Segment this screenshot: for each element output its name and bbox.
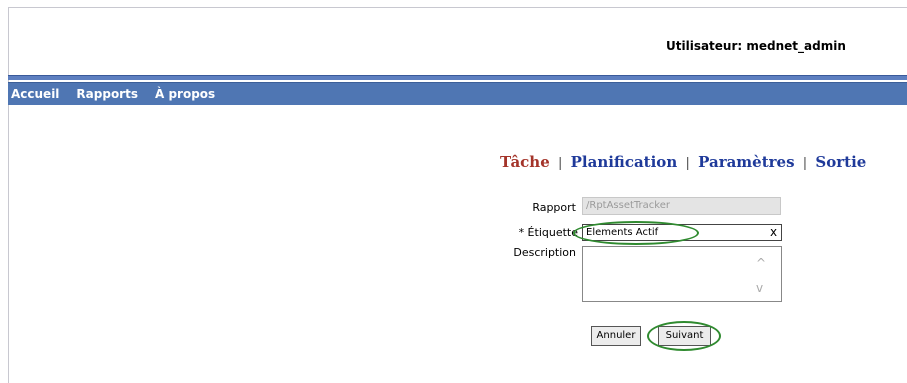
description-label: Description <box>513 246 576 259</box>
nav-item-accueil[interactable]: Accueil <box>11 87 59 101</box>
user-label: Utilisateur: mednet_admin <box>666 39 846 53</box>
step-separator: | <box>558 156 563 171</box>
step-planification[interactable]: Planification <box>571 153 678 171</box>
step-separator: | <box>802 156 808 171</box>
description-textarea[interactable] <box>582 246 782 302</box>
step-sortie[interactable]: Sortie <box>815 153 866 171</box>
next-button[interactable]: Suivant <box>658 326 711 346</box>
frame-left-border <box>8 7 9 383</box>
rapport-label: Rapport <box>532 201 576 214</box>
nav-item-rapports[interactable]: Rapports <box>76 87 138 101</box>
step-separator: | <box>685 156 690 171</box>
top-navbar: Accueil Rapports À propos <box>8 82 907 105</box>
frame-top-border <box>8 7 907 8</box>
etiquette-input[interactable]: Elements Actif <box>582 224 782 241</box>
step-tache: Tâche <box>500 153 550 171</box>
chevron-down-icon[interactable]: v <box>756 281 763 295</box>
header-divider <box>8 75 907 80</box>
clear-icon[interactable]: x <box>770 224 777 241</box>
cancel-button[interactable]: Annuler <box>591 326 641 346</box>
rapport-field: /RptAssetTracker <box>582 197 781 215</box>
step-parametres[interactable]: Paramètres <box>698 153 794 171</box>
etiquette-label: * Étiquette <box>518 226 578 239</box>
chevron-up-icon[interactable]: ^ <box>756 256 766 270</box>
wizard-steps: Tâche | Planification | Paramètres | Sor… <box>500 153 866 171</box>
nav-item-a-propos[interactable]: À propos <box>155 87 215 101</box>
